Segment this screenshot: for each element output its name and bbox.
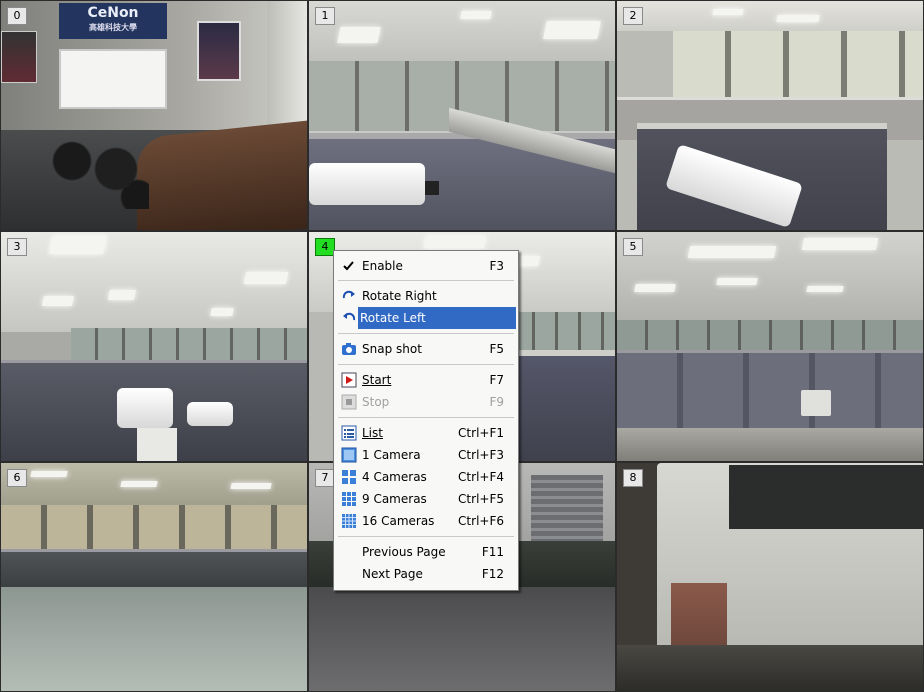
menu-item-label: Previous Page — [362, 545, 446, 559]
menu-separator — [338, 417, 514, 418]
menu-item-1-camera[interactable]: 1 Camera Ctrl+F3 — [336, 444, 516, 466]
menu-item-label: Rotate Left — [360, 311, 426, 325]
menu-item-shortcut: F5 — [489, 342, 504, 356]
camera-label: 6 — [7, 469, 27, 487]
windows — [71, 328, 307, 362]
ceiling — [617, 1, 923, 31]
menu-item-rotate-left-icon-cell — [336, 307, 358, 329]
camera-view-5[interactable]: 5 — [616, 231, 924, 462]
menu-item-9-cameras[interactable]: 9 Cameras Ctrl+F5 — [336, 488, 516, 510]
sixteen-cameras-icon — [341, 513, 357, 529]
menu-item-stop[interactable]: Stop F9 — [336, 391, 516, 413]
poster-left — [1, 31, 37, 83]
menu-item-4-cameras[interactable]: 4 Cameras Ctrl+F4 — [336, 466, 516, 488]
desk-surface — [1, 587, 307, 691]
menu-item-shortcut: F9 — [489, 395, 504, 409]
rotate-left-icon — [341, 310, 357, 326]
desk-surface — [617, 428, 923, 461]
menu-item-16-cameras[interactable]: 16 Cameras Ctrl+F6 — [336, 510, 516, 532]
camera-label-active: 4 — [315, 238, 335, 256]
camera-label: 2 — [623, 7, 643, 25]
menu-item-label: Next Page — [362, 567, 423, 581]
camera-view-3[interactable]: 3 — [0, 231, 308, 462]
nine-cameras-icon — [341, 491, 357, 507]
windows — [1, 505, 307, 555]
camera-icon — [341, 341, 357, 357]
menu-item-rotate-left[interactable]: Rotate Left — [358, 307, 516, 329]
menu-item-shortcut: Ctrl+F1 — [458, 426, 504, 440]
camera-label: 5 — [623, 238, 643, 256]
camera-view-8[interactable]: 8 — [616, 462, 924, 692]
menu-item-next-page[interactable]: Next Page F12 — [336, 563, 516, 585]
street — [309, 587, 615, 691]
one-camera-icon — [341, 447, 357, 463]
menu-separator — [338, 280, 514, 281]
monitor-screen — [729, 465, 923, 529]
menu-item-shortcut: Ctrl+F6 — [458, 514, 504, 528]
camera-view-1[interactable]: 1 — [308, 0, 616, 231]
ptz-camera — [309, 163, 425, 205]
whiteboard — [59, 49, 167, 109]
camera-view-0[interactable]: CeNon 高雄科技大學 0 — [0, 0, 308, 231]
list-icon — [341, 425, 357, 441]
menu-separator — [338, 333, 514, 334]
menu-item-rotate-right[interactable]: Rotate Right — [336, 285, 516, 307]
windows — [673, 31, 923, 99]
menu-item-label: Rotate Right — [362, 289, 437, 303]
menu-item-previous-page[interactable]: Previous Page F11 — [336, 541, 516, 563]
menu-item-label: 16 Cameras — [362, 514, 435, 528]
menu-separator — [338, 364, 514, 365]
menu-item-label: Stop — [362, 395, 390, 409]
desk-surface — [617, 645, 923, 691]
menu-item-list[interactable]: List Ctrl+F1 — [336, 422, 516, 444]
menu-item-snapshot[interactable]: Snap shot F5 — [336, 338, 516, 360]
camera-view-6[interactable]: 6 — [0, 462, 308, 692]
camera-label: 0 — [7, 7, 27, 25]
menu-item-shortcut: F12 — [481, 567, 504, 581]
camera-label: 3 — [7, 238, 27, 256]
camera-label: 7 — [315, 469, 335, 487]
menu-item-label: List — [362, 426, 383, 440]
camera-label: 1 — [315, 7, 335, 25]
rotate-right-icon — [341, 288, 357, 304]
menu-item-shortcut: F11 — [481, 545, 504, 559]
play-icon — [341, 372, 357, 388]
windows — [617, 320, 923, 354]
menu-item-label: 9 Cameras — [362, 492, 427, 506]
menu-item-shortcut: F3 — [489, 259, 504, 273]
menu-item-shortcut: F7 — [489, 373, 504, 387]
stop-icon — [341, 394, 357, 410]
chairs — [39, 129, 149, 209]
menu-item-label: Start — [362, 373, 392, 387]
context-menu: Enable F3 Rotate Right Rotate Left Snap … — [333, 250, 519, 591]
four-cameras-icon — [341, 469, 357, 485]
ptz-camera — [117, 388, 173, 428]
menu-item-label: Snap shot — [362, 342, 422, 356]
cubicles — [1, 549, 307, 592]
check-icon — [341, 258, 357, 274]
menu-item-shortcut: Ctrl+F5 — [458, 492, 504, 506]
menu-item-start[interactable]: Start F7 — [336, 369, 516, 391]
camera-view-2[interactable]: 2 — [616, 0, 924, 231]
wall-sign: CeNon 高雄科技大學 — [59, 3, 167, 39]
camera-label: 8 — [623, 469, 643, 487]
menu-item-shortcut: Ctrl+F4 — [458, 470, 504, 484]
menu-item-shortcut: Ctrl+F3 — [458, 448, 504, 462]
menu-item-label: 1 Camera — [362, 448, 421, 462]
menu-item-enable[interactable]: Enable F3 — [336, 255, 516, 277]
poster — [197, 21, 241, 81]
menu-separator — [338, 536, 514, 537]
menu-item-label: 4 Cameras — [362, 470, 427, 484]
monitor — [801, 390, 831, 416]
conference-table — [137, 119, 307, 230]
menu-item-label: Enable — [362, 259, 403, 273]
